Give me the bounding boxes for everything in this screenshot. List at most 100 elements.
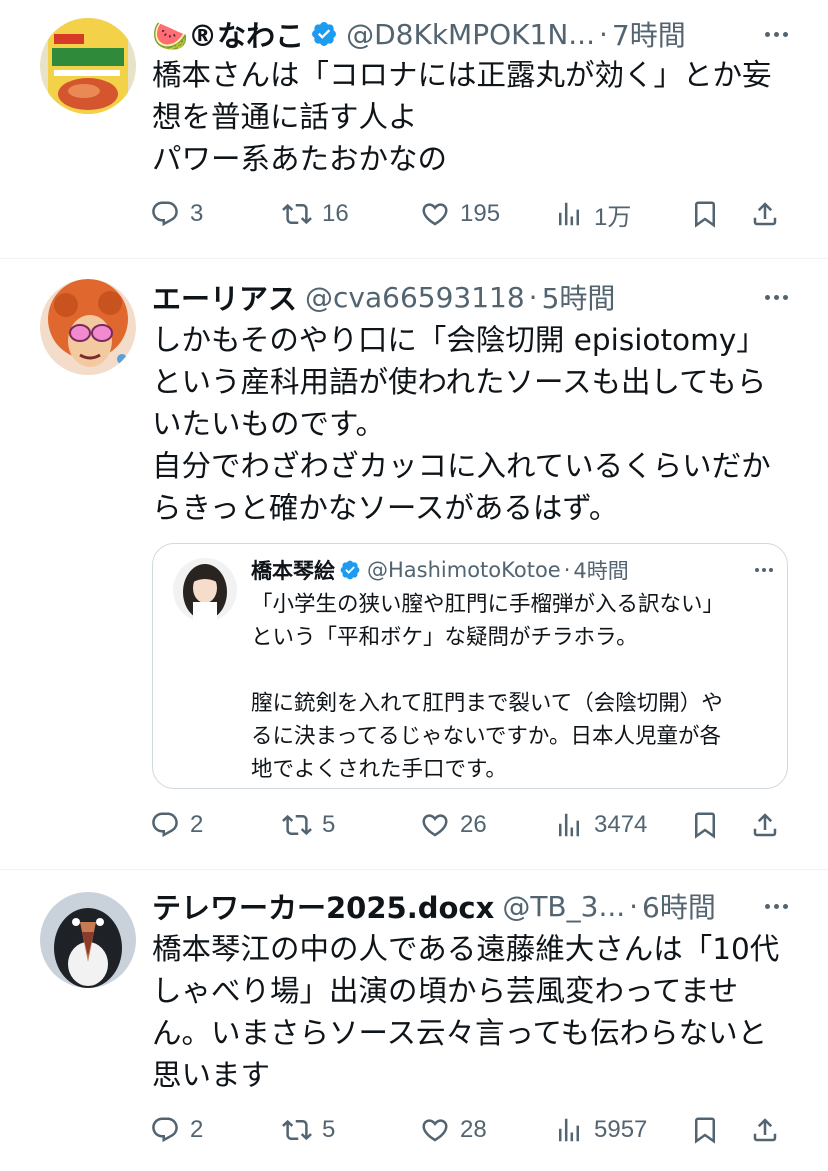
action-bar: 3 16 195 1万 xyxy=(150,194,790,234)
reply-icon xyxy=(152,201,178,227)
heart-icon xyxy=(422,814,448,837)
retweet-button[interactable]: 5 xyxy=(282,805,335,845)
avatar[interactable] xyxy=(40,18,136,114)
share-icon xyxy=(753,813,777,837)
timestamp[interactable]: 7時間 xyxy=(612,14,686,54)
bookmark-button[interactable] xyxy=(690,1110,720,1150)
retweet-count: 5 xyxy=(322,1116,336,1143)
reply-count: 2 xyxy=(190,1116,204,1143)
tweet-text-line: 想を普通に話す人よ xyxy=(152,100,418,134)
avatar[interactable] xyxy=(40,892,136,988)
verified-badge-icon xyxy=(312,22,337,46)
reply-count: 2 xyxy=(190,811,204,838)
views-count: 5957 xyxy=(594,1116,648,1143)
like-button[interactable]: 195 xyxy=(420,194,500,234)
views-button[interactable]: 1万 xyxy=(554,194,631,234)
handle[interactable]: @cva66593118 xyxy=(305,281,525,314)
quoted-avatar[interactable] xyxy=(173,558,237,622)
like-count: 28 xyxy=(460,1116,487,1143)
timestamp[interactable]: 5時間 xyxy=(542,277,616,317)
quoted-text-line: という「平和ボケ」な疑問がチラホラ。 xyxy=(251,625,638,650)
views-chart-icon xyxy=(559,202,579,226)
quoted-timestamp[interactable]: 4時間 xyxy=(573,555,628,585)
tweet-text-line: ん。いまさらソース云々言っても伝わらないと xyxy=(152,1016,768,1050)
reply-icon xyxy=(152,812,178,838)
retweet-icon xyxy=(282,814,312,836)
quoted-handle[interactable]: @HashimotoKotoe xyxy=(367,558,561,582)
quoted-text: 「小学生の狭い膣や肛門に手榴弾が入る訳ない」 という「平和ボケ」な疑問がチラホラ… xyxy=(251,588,771,786)
heart-icon xyxy=(422,203,448,226)
tweet-text-line: 橋本さんは「コロナには正露丸が効く」とか妄 xyxy=(152,58,772,92)
separator-dot: · xyxy=(629,889,639,923)
handle[interactable]: @TB_3... xyxy=(502,890,625,923)
tweet-text: 橋本琴江の中の人である遠藤維大さんは「10代 しゃべり場」出演の頃から芸風変わっ… xyxy=(152,928,792,1096)
bookmark-icon xyxy=(695,812,715,839)
tweet-text-line: しかもそのやり口に「会陰切開 episiotomy」 xyxy=(152,323,766,357)
tweet-3[interactable]: テレワーカー2025.docx @TB_3... · 6時間 橋本琴江の中の人で… xyxy=(0,870,828,1171)
tweet-text-line: という産科用語が使われたソースも出してもら xyxy=(152,365,767,399)
more-options-icon[interactable] xyxy=(765,14,788,54)
retweet-icon xyxy=(282,1119,312,1141)
handle[interactable]: @D8KkMPOK1N... xyxy=(346,18,595,51)
tweet-text-line: 橋本琴江の中の人である遠藤維大さんは「10代 xyxy=(152,932,780,966)
reply-button[interactable]: 2 xyxy=(150,805,203,845)
like-button[interactable]: 28 xyxy=(420,1110,487,1150)
share-icon xyxy=(753,1118,777,1142)
views-count: 1万 xyxy=(594,203,632,231)
retweet-count: 5 xyxy=(322,811,336,838)
separator-dot: · xyxy=(528,280,538,314)
views-count: 3474 xyxy=(594,811,648,838)
reply-icon xyxy=(152,1117,178,1143)
quoted-text-line: 地でよくされた手口です。 xyxy=(251,757,507,782)
separator-dot: · xyxy=(598,17,608,51)
timestamp[interactable]: 6時間 xyxy=(642,886,716,926)
reply-button[interactable]: 3 xyxy=(150,194,203,234)
verified-badge-icon xyxy=(340,560,360,580)
tweet-text-line: らきっと確かなソースがあるはず。 xyxy=(152,491,619,525)
like-button[interactable]: 26 xyxy=(420,805,487,845)
tweet-text-line: しゃべり場」出演の頃から芸風変わってませ xyxy=(152,974,739,1008)
views-button[interactable]: 3474 xyxy=(554,805,647,845)
tweet-text-line: パワー系あたおかなの xyxy=(152,142,448,176)
quoted-text-line: るに決まってるじゃないですか。日本人児童が各 xyxy=(251,724,721,749)
bookmark-button[interactable] xyxy=(690,805,720,845)
views-chart-icon xyxy=(559,813,579,837)
views-chart-icon xyxy=(559,1118,579,1142)
display-name[interactable]: テレワーカー2025.docx xyxy=(152,886,494,926)
action-bar: 2 5 28 5957 xyxy=(150,1110,790,1150)
share-button[interactable] xyxy=(750,805,780,845)
tweet-1[interactable]: 🍉®なわこ @D8KkMPOK1N... · 7時間 橋本さんは「コロナには正露… xyxy=(0,0,828,258)
avatar[interactable] xyxy=(40,279,136,375)
tweet-text-line: いたいものです。 xyxy=(152,407,386,441)
display-name[interactable]: エーリアス xyxy=(152,277,297,317)
share-button[interactable] xyxy=(750,194,780,234)
views-button[interactable]: 5957 xyxy=(554,1110,647,1150)
tweet-text-line: 自分でわざわざカッコに入れているくらいだか xyxy=(152,449,771,483)
bookmark-icon xyxy=(695,1117,715,1144)
separator-dot: · xyxy=(563,558,571,582)
like-count: 26 xyxy=(460,811,487,838)
reply-button[interactable]: 2 xyxy=(150,1110,203,1150)
more-options-icon[interactable] xyxy=(765,277,788,317)
share-icon xyxy=(753,202,777,226)
quoted-text-line: 膣に銃剣を入れて肛門まで裂いて（会陰切開）や xyxy=(251,691,723,716)
share-button[interactable] xyxy=(750,1110,780,1150)
tweet-text: しかもそのやり口に「会陰切開 episiotomy」 という産科用語が使われたソ… xyxy=(152,319,792,529)
retweet-icon xyxy=(282,203,312,225)
display-name[interactable]: 🍉®なわこ xyxy=(152,14,304,54)
retweet-button[interactable]: 16 xyxy=(282,194,349,234)
heart-icon xyxy=(422,1119,448,1142)
action-bar: 2 5 26 3474 xyxy=(150,805,790,845)
quoted-display-name[interactable]: 橋本琴絵 xyxy=(251,555,335,585)
more-options-icon[interactable] xyxy=(755,554,773,586)
bookmark-button[interactable] xyxy=(690,194,720,234)
retweet-count: 16 xyxy=(322,200,349,227)
retweet-button[interactable]: 5 xyxy=(282,1110,335,1150)
tweet-text-line: 思います xyxy=(152,1058,271,1092)
tweet-2[interactable]: エーリアス @cva66593118 · 5時間 しかもそのやり口に「会陰切開 … xyxy=(0,259,828,869)
tweet-text: 橋本さんは「コロナには正露丸が効く」とか妄 想を普通に話す人よ パワー系あたおか… xyxy=(152,54,792,180)
quoted-tweet[interactable]: 橋本琴絵 @HashimotoKotoe · 4時間 「小学生の狭い膣や肛門に手… xyxy=(152,543,788,789)
more-options-icon[interactable] xyxy=(765,886,788,926)
bookmark-icon xyxy=(695,201,715,228)
like-count: 195 xyxy=(460,200,501,227)
